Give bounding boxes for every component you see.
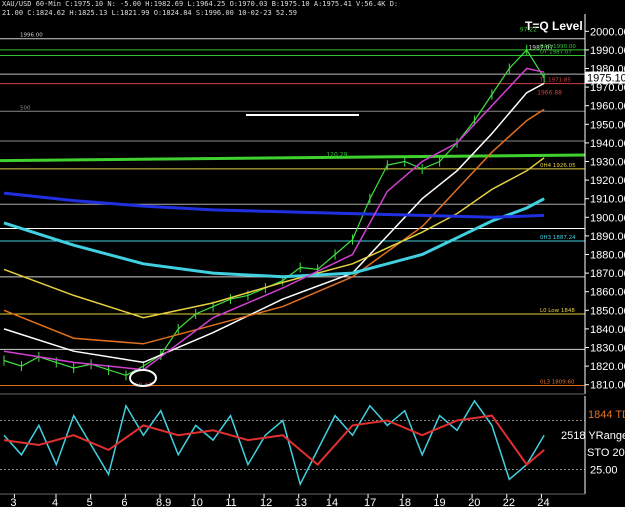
- x-tick-label: 14: [326, 497, 338, 507]
- y-tick-label: 1890.00: [590, 231, 625, 243]
- chart-annotation: 1987.07: [528, 44, 553, 51]
- x-tick-label: 24: [537, 497, 549, 507]
- x-tick-label: 4: [52, 497, 58, 507]
- y-tick-label: 1950.00: [590, 119, 625, 131]
- y-tick-label: 1940.00: [590, 138, 625, 150]
- legend-td: 1844 TD: [588, 409, 625, 421]
- legend-yrange: 2518 YRange: [561, 430, 625, 442]
- chart-annotation: 97.22: [520, 27, 537, 34]
- x-tick-label: 22: [503, 497, 515, 507]
- y-tick-label: 1830.00: [590, 343, 625, 355]
- x-tick-label: 10: [191, 497, 203, 507]
- level-label: 0H4 1926.05: [540, 163, 576, 169]
- legend-sto: STO 20: [587, 447, 625, 459]
- y-tick-label: 1840.00: [590, 324, 625, 336]
- level-label: 0L3 1809.60: [540, 379, 575, 385]
- level-label: 500: [20, 105, 31, 111]
- level-label: 0H3 1887.24: [540, 235, 576, 241]
- chart-annotation: 1966.88: [537, 90, 562, 97]
- y-tick-label: 1810.00: [590, 380, 625, 392]
- x-tick-label: 18: [399, 497, 411, 507]
- y-tick-label: 1870.00: [590, 268, 625, 280]
- y-tick-label: 1820.00: [590, 361, 625, 373]
- y-tick-label: 1860.00: [590, 287, 625, 299]
- x-tick-label: 12: [260, 497, 272, 507]
- stochastic-tick-label: 25.00: [590, 465, 618, 477]
- y-tick-label: 1910.00: [590, 194, 625, 206]
- y-tick-label: 1960.00: [590, 101, 625, 113]
- y-tick-label: 1990.00: [590, 45, 625, 57]
- current-price-label: 1975.10: [587, 73, 625, 85]
- x-tick-label: 6: [121, 497, 127, 507]
- y-tick-label: 1900.00: [590, 212, 625, 224]
- x-tick-label: 5: [87, 497, 93, 507]
- x-tick-label: 13: [295, 497, 307, 507]
- chart-annotation: 120.29: [326, 152, 347, 159]
- x-tick-label: 17: [364, 497, 376, 507]
- x-tick-label: 20: [468, 497, 480, 507]
- level-label: L0 Low 1848: [540, 308, 575, 314]
- y-tick-label: 1850.00: [590, 305, 625, 317]
- y-tick-label: 1920.00: [590, 175, 625, 187]
- chart-background: [0, 0, 625, 507]
- x-tick-label: 3: [10, 497, 16, 507]
- x-tick-label: 8.9: [156, 497, 171, 507]
- x-tick-label: 19: [433, 497, 445, 507]
- level-label: 1996.00: [20, 33, 43, 39]
- window-title-line1: XAU/USD 60-Min C:1975.10 N: -5.00 H:1982…: [2, 0, 398, 8]
- y-tick-label: 2000.00: [590, 26, 625, 38]
- y-tick-label: 1930.00: [590, 157, 625, 169]
- y-tick-label: 1880.00: [590, 250, 625, 262]
- chart-root: XAU/USD 60-Min C:1975.10 N: -5.00 H:1982…: [0, 0, 625, 507]
- x-tick-label: 11: [225, 497, 236, 507]
- window-title-line2: 21.00 C:1824.62 H:1825.13 L:1821.99 O:18…: [2, 9, 297, 17]
